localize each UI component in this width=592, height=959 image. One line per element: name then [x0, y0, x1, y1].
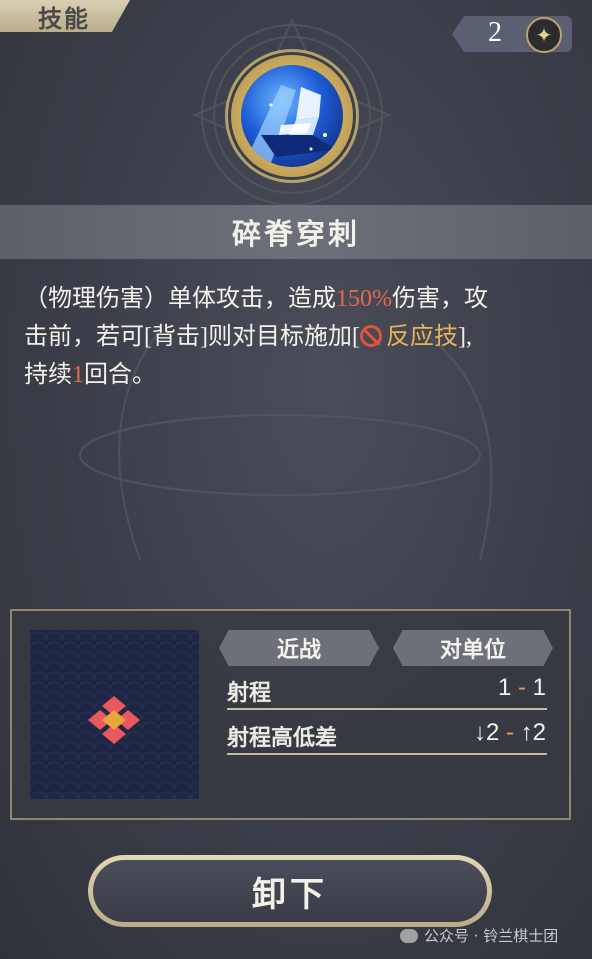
watermark: 公众号 · 铃兰棋士团	[400, 925, 558, 946]
description-line-2: 击前，若可[背击]则对目标施加[ 反应技],	[24, 318, 564, 356]
stat-divider	[227, 708, 547, 710]
description-line-1: （物理伤害）单体攻击，造成150%伤害，攻	[24, 280, 564, 318]
range-max: 1	[532, 674, 546, 701]
aoe-tile-center	[102, 710, 126, 730]
area-of-effect-grid	[30, 630, 199, 799]
height-diff-value: ↓2 - ↑2	[474, 719, 546, 747]
skill-point-value: 2	[488, 17, 502, 48]
stat-divider	[227, 753, 547, 755]
attack-type-badge: 近战	[219, 630, 379, 666]
skill-name: 碎脊穿刺	[231, 217, 360, 251]
description-text: 伤害，攻	[392, 286, 488, 312]
duration-value: 1	[72, 362, 84, 388]
status-reaction-link[interactable]: 反应技	[386, 324, 458, 350]
description-text: 击前，若可[背击]则对目标施加[	[24, 324, 360, 350]
target-type-label: 对单位	[439, 638, 506, 663]
unload-button[interactable]: 卸下	[88, 855, 492, 927]
watermark-text: 公众号 · 铃兰棋士团	[424, 927, 559, 945]
range-value: 1 - 1	[498, 674, 546, 702]
height-diff-label: 射程高低差	[227, 725, 338, 750]
description-text: （物理伤害）单体攻击，造成	[24, 286, 336, 312]
target-type-badge: 对单位	[393, 630, 553, 666]
wechat-icon	[400, 928, 418, 943]
height-up: ↑2	[520, 719, 546, 746]
range-separator: -	[517, 674, 526, 701]
unload-button-label: 卸下	[93, 860, 487, 922]
range-label: 射程	[227, 680, 272, 705]
skill-title-band: 碎脊穿刺	[0, 205, 592, 259]
tab-skill-label: 技能	[38, 4, 90, 33]
four-point-star-icon: ✦	[526, 17, 562, 53]
skill-description: （物理伤害）单体攻击，造成150%伤害，攻 击前，若可[背击]则对目标施加[ 反应…	[24, 280, 564, 394]
height-down: ↓2	[473, 719, 500, 746]
description-text: 持续	[24, 362, 72, 388]
tab-skill[interactable]: 技能	[0, 0, 130, 32]
attack-type-label: 近战	[276, 638, 321, 663]
range-min: 1	[497, 674, 512, 701]
description-text: 回合。	[84, 362, 156, 388]
description-text: ],	[457, 324, 472, 350]
shattered-fist-icon	[241, 65, 343, 167]
prohibited-icon	[359, 325, 382, 347]
description-line-3: 持续1回合。	[24, 356, 564, 394]
height-separator: -	[505, 719, 514, 746]
damage-value: 150%	[336, 286, 392, 312]
skill-icon-frame[interactable]	[231, 55, 353, 177]
